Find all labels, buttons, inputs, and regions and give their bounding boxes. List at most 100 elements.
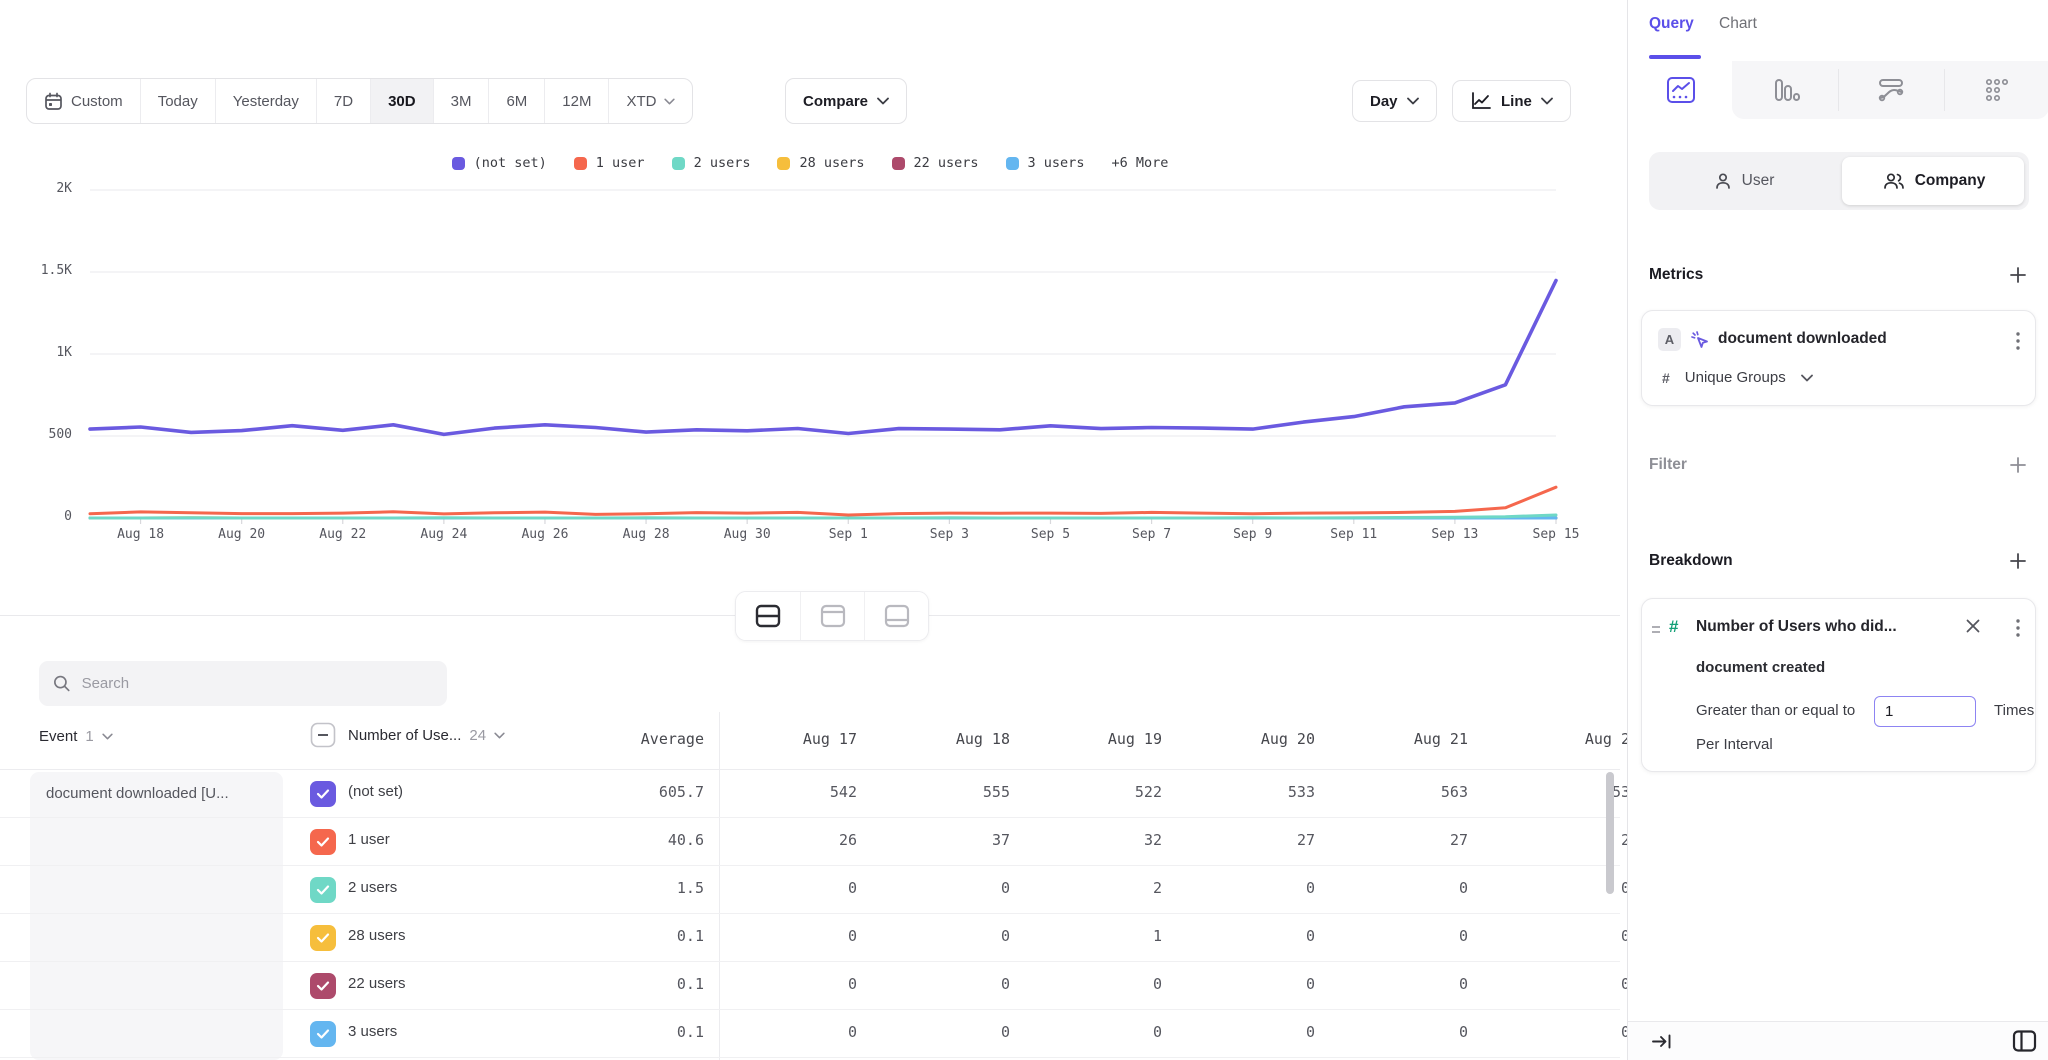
scope-option-company[interactable]: Company: [1839, 152, 2029, 210]
row-checkbox[interactable]: [310, 925, 336, 951]
row-checkbox[interactable]: [310, 781, 336, 807]
table-row: 2 users1.5002000: [0, 866, 1620, 914]
chart-type-strip: [1628, 61, 2048, 119]
x-axis-tick: Aug 24: [402, 527, 486, 542]
row-value: 1: [1042, 927, 1162, 945]
add-filter-button[interactable]: [2006, 453, 2030, 477]
range-label: 12M: [562, 93, 591, 110]
row-value: 0: [1042, 975, 1162, 993]
tab-query[interactable]: Query: [1649, 15, 1694, 33]
row-average: 1.5: [584, 879, 704, 897]
chart-type-line-button[interactable]: [1628, 61, 1733, 119]
drag-handle-icon[interactable]: [1651, 623, 1661, 642]
row-checkbox[interactable]: [310, 973, 336, 999]
range-label: Today: [158, 93, 198, 110]
chart-type-bar-button[interactable]: [1733, 61, 1838, 119]
x-axis-tick: Sep 15: [1514, 527, 1598, 542]
legend-label: 22 users: [914, 155, 979, 171]
group-header-dropdown[interactable]: Number of Use... 24: [310, 722, 505, 748]
range-button-30d[interactable]: 30D: [370, 79, 433, 123]
breakdown-per-interval-label: Per Interval: [1696, 736, 1773, 753]
row-checkbox[interactable]: [310, 829, 336, 855]
range-button-yesterday[interactable]: Yesterday: [215, 79, 316, 123]
column-header: Aug 2: [1510, 730, 1627, 748]
chart-type-dropdown[interactable]: Line: [1452, 80, 1571, 122]
breakdown-menu-button[interactable]: [2015, 617, 2021, 639]
range-button-custom[interactable]: Custom: [27, 79, 140, 123]
legend-item[interactable]: 3 users: [1006, 155, 1085, 171]
row-label: (not set): [348, 783, 403, 800]
range-button-12m[interactable]: 12M: [544, 79, 608, 123]
layout-top-button[interactable]: [800, 592, 864, 640]
table-row: 3 users0.1000000: [0, 1010, 1620, 1058]
interval-dropdown[interactable]: Day: [1352, 80, 1437, 122]
row-value: 542: [737, 783, 857, 801]
range-button-3m[interactable]: 3M: [433, 79, 489, 123]
chart-type-flow-button[interactable]: [1838, 61, 1943, 119]
legend-item[interactable]: 1 user: [574, 155, 645, 171]
search-input[interactable]: [82, 675, 433, 692]
collapse-panel-icon[interactable]: [1652, 1033, 1672, 1050]
event-click-icon: [1689, 329, 1711, 351]
legend-item[interactable]: 22 users: [892, 155, 979, 171]
legend-item[interactable]: (not set): [452, 155, 547, 171]
event-header-dropdown[interactable]: Event 1: [39, 728, 113, 745]
add-breakdown-button[interactable]: [2006, 549, 2030, 573]
row-value: 26: [737, 831, 857, 849]
analytics-app: Custom Today Yesterday7D 30D 3M6M 12M XTD Comp…: [0, 0, 2048, 1060]
line-chart[interactable]: [0, 180, 1620, 545]
range-button-today[interactable]: Today: [140, 79, 215, 123]
event-count: 1: [85, 728, 93, 745]
row-value: 2: [1042, 879, 1162, 897]
range-label: 30D: [388, 93, 416, 110]
number-property-icon: #: [1669, 617, 1678, 637]
row-checkbox[interactable]: [310, 877, 336, 903]
breakdown-event-name: document created: [1696, 659, 1825, 676]
remove-breakdown-button[interactable]: [1965, 618, 1981, 634]
x-axis-tick: Sep 5: [1008, 527, 1092, 542]
row-value: 0: [1348, 879, 1468, 897]
row-value: 563: [1348, 783, 1468, 801]
range-button-7d[interactable]: 7D: [316, 79, 370, 123]
panel-toggle-icon[interactable]: [2012, 1029, 2037, 1053]
row-label: 1 user: [348, 831, 390, 848]
breakdown-card[interactable]: # Number of Users who did... document cr…: [1641, 598, 2036, 772]
range-button-6m[interactable]: 6M: [488, 79, 544, 123]
active-tab-indicator: [1649, 55, 1701, 59]
scope-company-label: Company: [1915, 172, 1986, 190]
search-box: [39, 661, 447, 706]
column-header: Aug 20: [1195, 730, 1315, 748]
legend-item[interactable]: 2 users: [672, 155, 751, 171]
chevron-down-icon: [1541, 97, 1553, 105]
row-checkbox[interactable]: [310, 1021, 336, 1047]
layout-split-button[interactable]: [736, 592, 800, 640]
line-chart-icon: [1470, 91, 1492, 111]
indeterminate-checkbox[interactable]: [310, 722, 336, 748]
range-button-xtd[interactable]: XTD: [608, 79, 692, 123]
vertical-scrollbar[interactable]: [1606, 772, 1614, 894]
breakdown-value-input[interactable]: [1874, 696, 1976, 727]
compare-button[interactable]: Compare: [785, 78, 907, 124]
scope-option-user[interactable]: User: [1649, 152, 1839, 210]
add-metric-button[interactable]: [2006, 263, 2030, 287]
row-value: 0: [1348, 1023, 1468, 1041]
metric-menu-button[interactable]: [2015, 330, 2021, 352]
panel-bottom-icon: [884, 604, 910, 628]
legend-more-button[interactable]: +6 More: [1111, 155, 1168, 171]
measure-dropdown[interactable]: # Unique Groups: [1662, 369, 1813, 386]
tab-chart[interactable]: Chart: [1719, 15, 1757, 33]
legend-item[interactable]: 28 users: [777, 155, 864, 171]
row-value: 0: [890, 1023, 1010, 1041]
legend-swatch: [452, 157, 465, 170]
x-axis-tick: Aug 20: [200, 527, 284, 542]
row-average: 0.1: [584, 975, 704, 993]
row-value: 0: [737, 1023, 857, 1041]
x-axis-tick: Aug 18: [99, 527, 183, 542]
table-row: 1 user40.626373227272: [0, 818, 1620, 866]
date-range-group: Custom Today Yesterday7D 30D 3M6M 12M XTD: [26, 78, 693, 124]
metric-card[interactable]: A document downloaded # Unique Groups: [1641, 310, 2036, 406]
check-icon: [316, 1028, 330, 1040]
layout-bottom-button[interactable]: [864, 592, 928, 640]
chart-type-dots-button[interactable]: [1944, 61, 2048, 119]
y-axis-tick: 2K: [0, 181, 72, 196]
